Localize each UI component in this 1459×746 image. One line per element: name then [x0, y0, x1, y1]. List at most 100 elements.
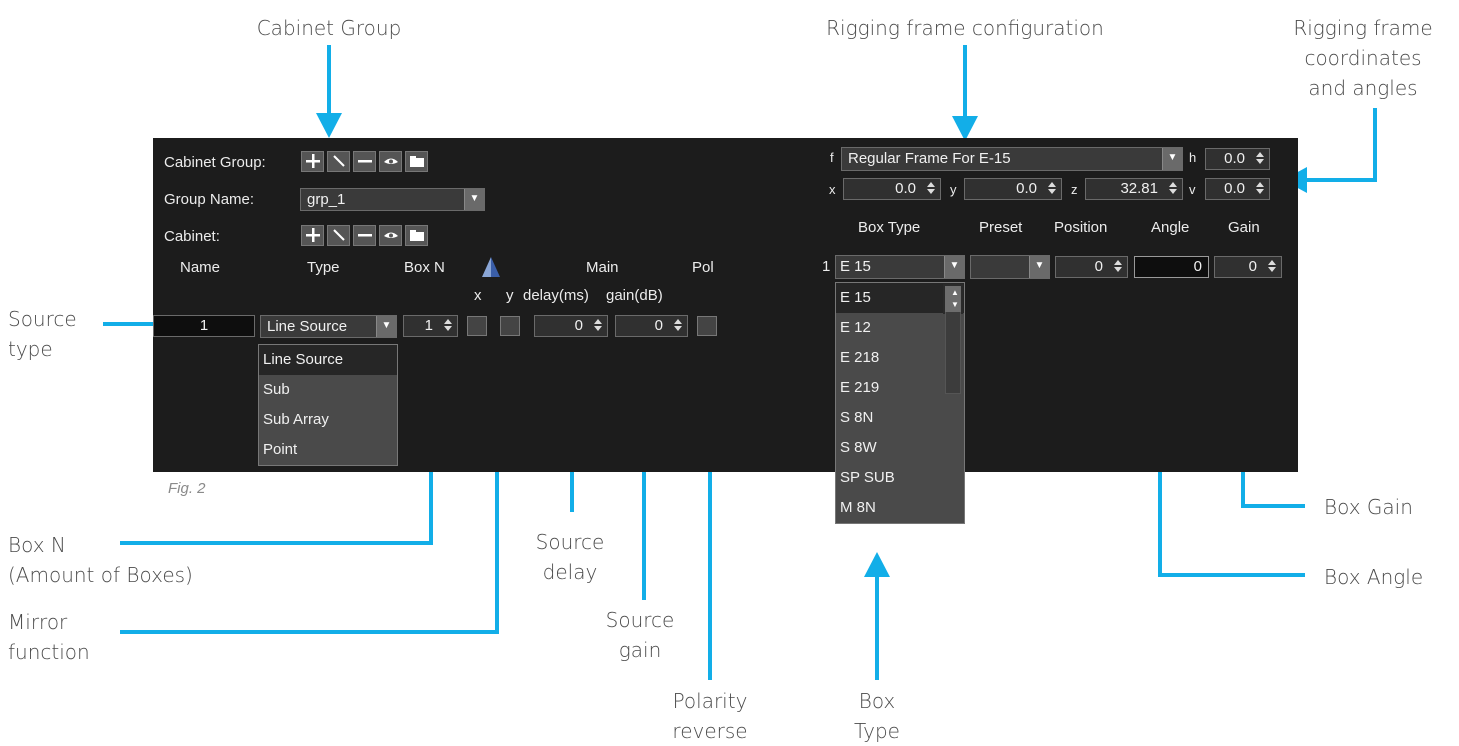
annotation-mirror: Mirror function [8, 607, 90, 667]
stepper-arrows-icon[interactable] [1253, 180, 1267, 198]
annotation-box-n: Box N (Amount of Boxes) [8, 530, 193, 590]
stepper-arrows-icon[interactable] [591, 317, 605, 335]
header-preset: Preset [979, 219, 1023, 236]
x-value: 0.0 [895, 180, 916, 197]
edit-cabinet-button[interactable] [327, 225, 350, 246]
stepper-arrows-icon[interactable] [1045, 180, 1059, 198]
rigging-frame-value: Regular Frame For E-15 [848, 150, 1011, 167]
folder-group-button[interactable] [405, 151, 428, 172]
list-item[interactable]: SP SUB [836, 463, 964, 493]
delay-stepper[interactable]: 0 [534, 315, 608, 337]
stepper-arrows-icon[interactable] [1111, 258, 1125, 276]
header-x: x [474, 287, 482, 304]
polarity-checkbox[interactable] [697, 316, 717, 336]
position-stepper[interactable]: 0 [1055, 256, 1128, 278]
view-group-button[interactable] [379, 151, 402, 172]
f-label: f [830, 150, 834, 165]
z-stepper[interactable]: 32.81 [1085, 178, 1183, 200]
annotation-line: coordinates [1304, 46, 1422, 70]
source-name-field[interactable]: 1 [153, 315, 255, 337]
annotation-line: Mirror [8, 610, 68, 634]
box-row-index: 1 [822, 258, 831, 275]
gain-value: 0 [654, 317, 663, 334]
h-stepper[interactable]: 0.0 [1205, 148, 1270, 170]
list-item[interactable]: M 8N [836, 493, 964, 523]
stepper-arrows-icon[interactable] [1265, 258, 1279, 276]
header-name: Name [180, 259, 221, 276]
list-item[interactable]: Sub [259, 375, 397, 405]
scroll-down-icon[interactable]: ▼ [945, 298, 961, 312]
group-name-label: Group Name: [164, 191, 255, 208]
mirror-y-checkbox[interactable] [500, 316, 520, 336]
list-item[interactable]: Sub Array [259, 405, 397, 435]
box-n-value: 1 [424, 317, 433, 334]
scroll-thumb[interactable] [945, 302, 961, 394]
annotation-line: Source [8, 307, 77, 331]
annotation-line: and angles [1308, 76, 1418, 100]
group-name-dropdown[interactable]: grp_1 ▼ [300, 188, 485, 211]
box-gain-stepper[interactable]: 0 [1214, 256, 1282, 278]
annotation-line: (Amount of Boxes) [8, 563, 193, 587]
add-cabinet-button[interactable] [301, 225, 324, 246]
pencil-icon [332, 229, 345, 241]
z-label: z [1071, 182, 1078, 197]
source-type-value: Line Source [267, 318, 348, 335]
gain-stepper[interactable]: 0 [615, 315, 688, 337]
box-n-stepper[interactable]: 1 [403, 315, 458, 337]
header-box-n: Box N [404, 259, 445, 276]
figure-label: Fig. 2 [168, 480, 206, 497]
edit-group-button[interactable] [327, 151, 350, 172]
h-label: h [1189, 150, 1197, 165]
remove-group-button[interactable] [353, 151, 376, 172]
source-type-dropdown[interactable]: Line Source ▼ [260, 315, 397, 338]
x-stepper[interactable]: 0.0 [843, 178, 941, 200]
cabinet-group-label: Cabinet Group: [164, 154, 266, 171]
v-label: v [1189, 182, 1196, 197]
rigging-frame-dropdown[interactable]: Regular Frame For E-15 ▼ [841, 147, 1183, 171]
v-value: 0.0 [1224, 180, 1245, 197]
remove-cabinet-button[interactable] [353, 225, 376, 246]
mirror-x-checkbox[interactable] [467, 316, 487, 336]
plus-icon [305, 228, 320, 242]
folder-cabinet-button[interactable] [405, 225, 428, 246]
y-label: y [950, 182, 957, 197]
eye-icon [383, 158, 398, 164]
list-item[interactable]: S 8N [836, 403, 964, 433]
source-type-list[interactable]: Line Source Sub Sub Array Point [258, 344, 398, 466]
annotation-rigging-coords: Rigging frame coordinates and angles [1268, 13, 1458, 103]
stepper-arrows-icon[interactable] [1166, 180, 1180, 198]
stepper-arrows-icon[interactable] [671, 317, 685, 335]
v-stepper[interactable]: 0.0 [1205, 178, 1270, 200]
eye-icon [383, 232, 398, 238]
box-type-list[interactable]: E 15 E 12 E 218 E 219 S 8N S 8W SP SUB M… [835, 282, 965, 524]
annotation-line: Box N [8, 533, 66, 557]
angle-field[interactable]: 0 [1134, 256, 1209, 278]
annotation-line: Box [858, 689, 896, 713]
list-item[interactable]: S 8W [836, 433, 964, 463]
chevron-down-icon: ▼ [1162, 148, 1182, 170]
list-item[interactable]: Line Source [259, 345, 397, 375]
preset-dropdown[interactable]: ▼ [970, 255, 1050, 279]
stepper-arrows-icon[interactable] [1253, 150, 1267, 168]
list-item[interactable]: Point [259, 435, 397, 465]
group-name-value: grp_1 [307, 191, 346, 208]
annotation-line: function [8, 640, 90, 664]
stepper-arrows-icon[interactable] [924, 180, 938, 198]
annotation-source-type: Source type [8, 304, 77, 364]
annotation-box-type: Box Type [837, 686, 917, 746]
list-scrollbar[interactable]: ▲ ▼ [943, 284, 963, 394]
annotation-source-gain: Source gain [590, 605, 690, 665]
annotation-line: Type [854, 719, 900, 743]
annotation-polarity: Polarity reverse [650, 686, 770, 746]
position-value: 0 [1094, 258, 1103, 275]
stepper-arrows-icon[interactable] [441, 317, 455, 335]
annotation-line: Source [605, 608, 675, 632]
view-cabinet-button[interactable] [379, 225, 402, 246]
annotation-line: delay [542, 560, 598, 584]
add-group-button[interactable] [301, 151, 324, 172]
y-stepper[interactable]: 0.0 [964, 178, 1062, 200]
minus-icon [357, 160, 372, 163]
delay-value: 0 [574, 317, 583, 334]
box-type-dropdown[interactable]: E 15 ▼ [835, 255, 965, 279]
z-value: 32.81 [1120, 180, 1158, 197]
